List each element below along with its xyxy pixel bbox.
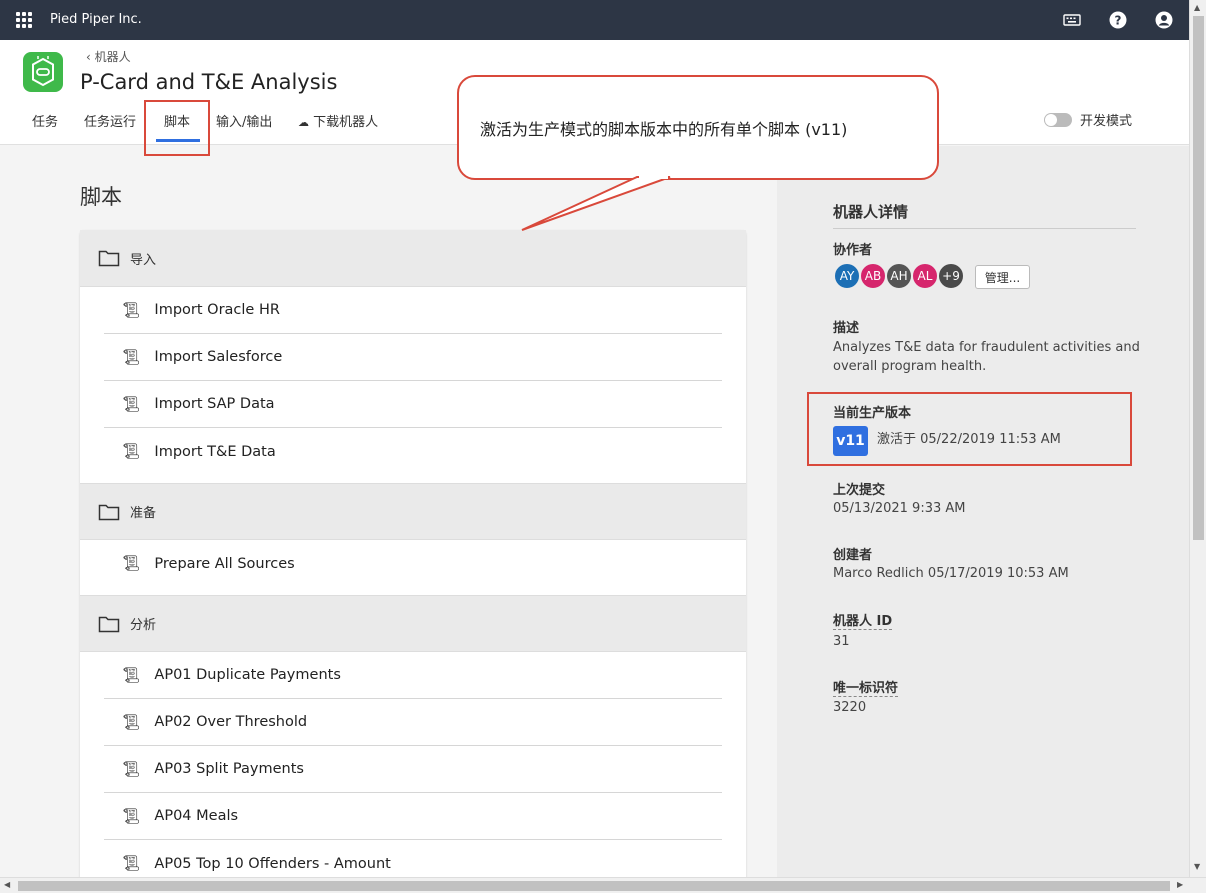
robot-details-panel: 机器人详情 协作者 AY AB AH AL +9 管理... 描述 Analyz… <box>777 146 1189 877</box>
script-icon: 📜︎ <box>122 714 141 731</box>
org-name[interactable]: Pied Piper Inc. <box>50 12 142 27</box>
chevron-left-icon: ‹ <box>86 50 95 64</box>
horizontal-scrollbar[interactable]: ◀ ▶ <box>0 877 1206 893</box>
robot-logo-icon <box>23 52 63 92</box>
folder-header[interactable]: 导入 <box>80 230 746 287</box>
callout-pointer <box>521 176 671 231</box>
script-icon: 📜︎ <box>122 856 141 872</box>
script-item[interactable]: 📜︎ Prepare All Sources <box>104 540 722 587</box>
toggle-switch[interactable] <box>1044 112 1072 127</box>
script-icon: 📜︎ <box>122 808 141 825</box>
scripts-tab-highlight <box>144 100 210 156</box>
scroll-down-icon[interactable]: ▼ <box>1194 862 1200 871</box>
unique-id-value: 3220 <box>833 700 867 715</box>
top-bar: Pied Piper Inc. ? <box>0 0 1189 40</box>
avatar[interactable]: AH <box>885 262 913 290</box>
keyboard-icon[interactable] <box>1063 11 1081 29</box>
folder-header[interactable]: 准备 <box>80 483 746 540</box>
tab-input-output[interactable]: 输入/输出 <box>216 111 272 130</box>
unique-id-label[interactable]: 唯一标识符 <box>833 677 899 697</box>
details-title: 机器人详情 <box>833 201 1136 229</box>
script-icon: 📜︎ <box>122 396 141 413</box>
dev-mode-toggle[interactable]: 开发模式 <box>1044 110 1132 129</box>
tab-tasks[interactable]: 任务 <box>32 111 58 130</box>
cloud-download-icon: ☁ <box>298 116 309 129</box>
current-version-highlight <box>807 392 1132 466</box>
tab-download-robot[interactable]: ☁ 下载机器人 <box>298 111 378 130</box>
page-title: P-Card and T&E Analysis <box>80 70 338 94</box>
scripts-list: 导入 📜︎ Import Oracle HR 📜︎ Import Salesforc… <box>80 230 746 877</box>
last-commit-label: 上次提交 <box>833 483 886 498</box>
script-item[interactable]: 📜︎ AP05 Top 10 Offenders - Amount <box>104 840 722 877</box>
scripts-heading: 脚本 <box>80 185 122 209</box>
script-item[interactable]: 📜︎ Import T&E Data <box>104 428 722 475</box>
scroll-left-icon[interactable]: ◀ <box>4 880 10 889</box>
scroll-up-icon[interactable]: ▲ <box>1194 3 1200 12</box>
script-item[interactable]: 📜︎ AP02 Over Threshold <box>104 699 722 746</box>
script-item[interactable]: 📜︎ AP01 Duplicate Payments <box>104 652 722 699</box>
help-icon[interactable]: ? <box>1109 11 1127 29</box>
collaborator-avatars[interactable]: AY AB AH AL +9 <box>833 262 965 290</box>
script-icon: 📜︎ <box>122 444 141 460</box>
vertical-scrollbar[interactable]: ▲ ▼ <box>1189 0 1206 877</box>
scroll-right-icon[interactable]: ▶ <box>1177 880 1183 889</box>
robot-id-label[interactable]: 机器人 ID <box>833 610 893 630</box>
script-item[interactable]: 📜︎ Import Salesforce <box>104 334 722 381</box>
folder-header[interactable]: 分析 <box>80 595 746 652</box>
script-icon: 📜︎ <box>122 302 141 319</box>
manage-collaborators-button[interactable]: 管理... <box>975 265 1030 289</box>
creator-label: 创建者 <box>833 548 873 563</box>
scrollbar-thumb[interactable] <box>1193 16 1204 540</box>
avatar[interactable]: AY <box>833 262 861 290</box>
collaborators-label: 协作者 <box>833 243 873 258</box>
last-commit-value: 05/13/2021 9:33 AM <box>833 501 966 516</box>
description-line-2: overall program health. <box>833 359 987 374</box>
robot-id-value: 31 <box>833 634 850 649</box>
script-icon: 📜︎ <box>122 556 141 572</box>
apps-icon[interactable] <box>16 12 32 28</box>
avatar-more[interactable]: +9 <box>937 262 965 290</box>
script-item[interactable]: 📜︎ AP03 Split Payments <box>104 746 722 793</box>
avatar[interactable]: AB <box>859 262 887 290</box>
scrollbar-thumb[interactable] <box>18 881 1170 891</box>
svg-text:?: ? <box>1115 14 1122 28</box>
folder-icon <box>98 250 120 267</box>
scripts-panel: 脚本 导入 📜︎ Import Oracle HR 📜︎ Import Salesf… <box>0 146 777 877</box>
user-icon[interactable] <box>1155 11 1173 29</box>
script-icon: 📜︎ <box>122 349 141 366</box>
script-icon: 📜︎ <box>122 761 141 778</box>
script-item[interactable]: 📜︎ Import Oracle HR <box>104 287 722 334</box>
script-icon: 📜︎ <box>122 667 141 684</box>
script-item[interactable]: 📜︎ Import SAP Data <box>104 381 722 428</box>
folder-icon <box>98 504 120 520</box>
description-label: 描述 <box>833 321 860 336</box>
folder-icon <box>98 616 120 632</box>
back-link[interactable]: ‹ 机器人 <box>86 48 131 65</box>
callout-text: 激活为生产模式的脚本版本中的所有单个脚本 (v11) <box>480 120 848 139</box>
description-line-1: Analyzes T&E data for fraudulent activit… <box>833 340 1140 355</box>
script-item[interactable]: 📜︎ AP04 Meals <box>104 793 722 840</box>
creator-value: Marco Redlich 05/17/2019 10:53 AM <box>833 566 1069 581</box>
avatar[interactable]: AL <box>911 262 939 290</box>
tab-task-runs[interactable]: 任务运行 <box>84 111 136 130</box>
